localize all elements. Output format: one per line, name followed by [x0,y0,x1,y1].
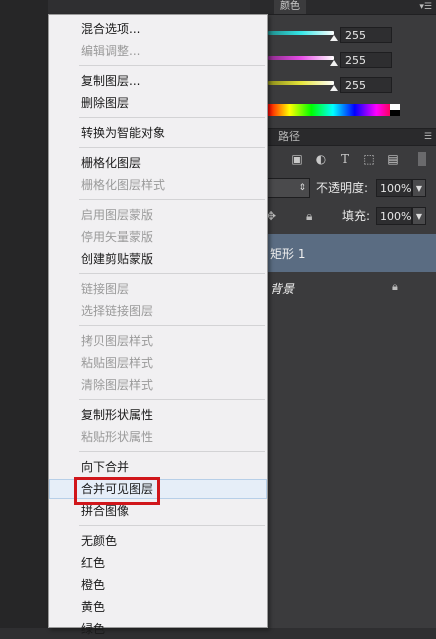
menu-separator [79,147,265,148]
fill-dropdown-arrow[interactable]: ▼ [412,207,426,225]
menu-item-rasterize-layer[interactable]: 栅格化图层 [49,153,267,173]
opacity-label: 不透明度: [316,181,369,195]
fill-field[interactable]: 100% [376,207,412,225]
menu-item-blending-options[interactable]: 混合选项... [49,19,267,39]
red-highlight-annotation [74,477,160,505]
fill-label: 填充: [342,209,371,223]
filter-toggle-icon[interactable] [418,152,426,166]
menu-item-edit-adjustment[interactable]: 编辑调整... [49,41,267,61]
canvas-area [0,0,48,628]
menu-item-green[interactable]: 绿色 [49,619,267,639]
tab-paths[interactable]: 路径 [272,129,306,145]
menu-separator [79,451,265,452]
menu-item-link-layers[interactable]: 链接图层 [49,279,267,299]
smart-object-filter-icon[interactable]: ▤ [386,152,400,166]
menu-item-paste-layer-style[interactable]: 粘贴图层样式 [49,353,267,373]
layer-context-menu: 混合选项... 编辑调整... 复制图层... 删除图层 转换为智能对象 栅格化… [48,14,268,636]
panel-menu-icon[interactable]: ▾☰ [419,1,432,13]
menu-item-rasterize-layer-style[interactable]: 栅格化图层样式 [49,175,267,195]
magenta-slider-thumb[interactable] [330,60,338,66]
menu-item-select-linked-layers[interactable]: 选择链接图层 [49,301,267,321]
menu-item-yellow[interactable]: 黄色 [49,597,267,617]
tab-color[interactable]: 颜色 [274,0,306,14]
menu-item-delete-layer[interactable]: 删除图层 [49,93,267,113]
layer-name: 背景 [270,282,295,296]
menu-separator [79,525,265,526]
menu-item-no-color[interactable]: 无颜色 [49,531,267,551]
color-spectrum-bar[interactable] [268,104,398,116]
opacity-field[interactable]: 100% [376,179,412,197]
black-white-swatch[interactable] [390,104,400,116]
shape-filter-icon[interactable]: ⬚ [362,152,376,166]
color-panel-tabbar: 颜色 ▾☰ [250,0,436,15]
layers-panel-tabbar: 路径 ☰ [250,128,436,146]
menu-item-clear-layer-style[interactable]: 清除图层样式 [49,375,267,395]
dropdown-arrow-icon: ⇕ [298,183,306,193]
menu-separator [79,65,265,66]
magenta-slider[interactable] [268,56,334,60]
menu-separator [79,199,265,200]
menu-item-duplicate-layer[interactable]: 复制图层... [49,71,267,91]
menu-item-copy-layer-style[interactable]: 拷贝图层样式 [49,331,267,351]
menu-item-convert-smart-object[interactable]: 转换为智能对象 [49,123,267,143]
magenta-value-field[interactable]: 255 [340,52,392,68]
right-panel: 颜色 ▾☰ 255 255 255 路径 ☰ ▣ ◐ T ⬚ ▤ ⇕ 不透明度:… [250,0,436,628]
menu-separator [79,399,265,400]
menu-item-red[interactable]: 红色 [49,553,267,573]
type-filter-icon[interactable]: T [338,152,352,166]
cyan-slider[interactable] [268,31,334,35]
menu-item-create-clipping-mask[interactable]: 创建剪贴蒙版 [49,249,267,269]
lock-all-icon[interactable]: 🔒︎ [306,207,312,225]
menu-item-copy-shape-attributes[interactable]: 复制形状属性 [49,405,267,425]
image-filter-icon[interactable]: ▣ [290,152,304,166]
menu-separator [79,273,265,274]
layer-row[interactable]: 背景 🔒︎ [250,274,436,302]
yellow-slider-thumb[interactable] [330,85,338,91]
menu-item-disable-vector-mask[interactable]: 停用矢量蒙版 [49,227,267,247]
cyan-slider-thumb[interactable] [330,35,338,41]
menu-item-paste-shape-attributes[interactable]: 粘贴形状属性 [49,427,267,447]
yellow-slider[interactable] [268,81,334,85]
adjustment-filter-icon[interactable]: ◐ [314,152,328,166]
menu-item-merge-down[interactable]: 向下合并 [49,457,267,477]
menu-separator [79,117,265,118]
layer-name: 矩形 1 [270,247,306,261]
menu-separator [79,325,265,326]
menu-item-orange[interactable]: 橙色 [49,575,267,595]
yellow-value-field[interactable]: 255 [340,77,392,93]
layer-row[interactable]: 矩形 1 [250,234,436,272]
layers-panel-menu-icon[interactable]: ☰ [424,131,432,143]
cyan-value-field[interactable]: 255 [340,27,392,43]
menu-item-enable-layer-mask[interactable]: 启用图层蒙版 [49,205,267,225]
layer-lock-icon: 🔒︎ [392,280,398,293]
opacity-dropdown-arrow[interactable]: ▼ [412,179,426,197]
